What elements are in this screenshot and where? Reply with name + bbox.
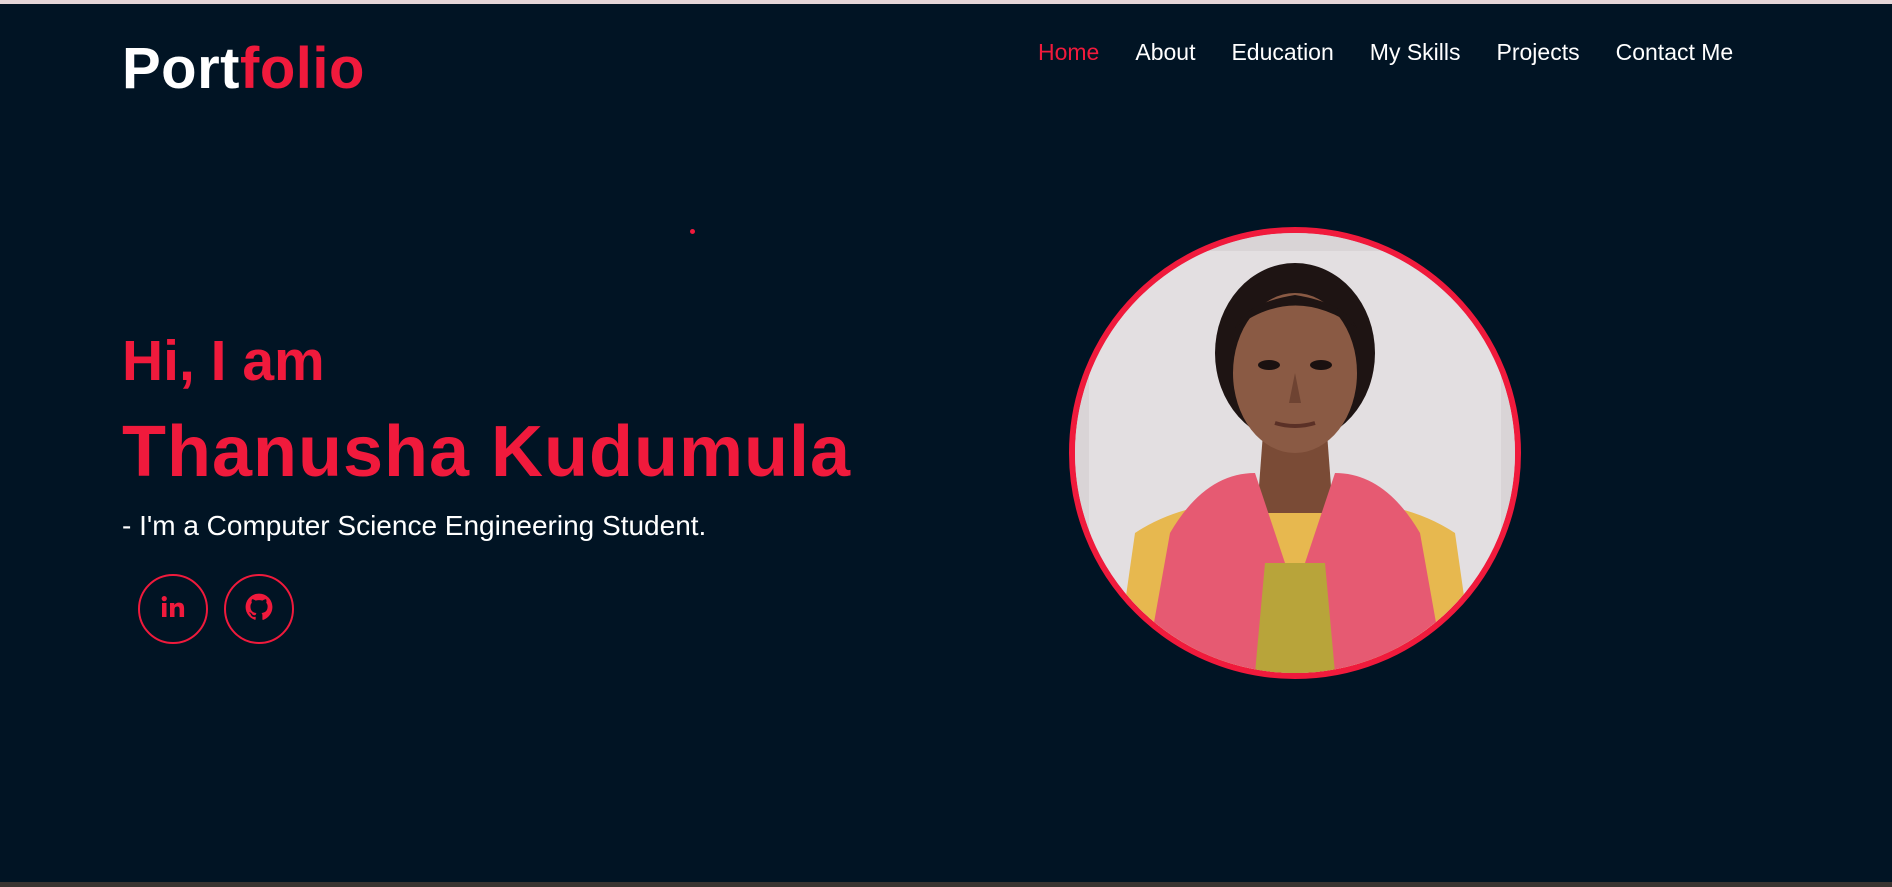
nav-projects[interactable]: Projects [1497,34,1580,70]
nav-contact-me[interactable]: Contact Me [1616,34,1734,70]
github-button[interactable] [224,574,294,644]
linkedin-button[interactable] [138,574,208,644]
linkedin-icon [160,595,186,623]
nav-home[interactable]: Home [1038,34,1099,70]
github-icon [245,593,273,626]
nav-about[interactable]: About [1135,34,1195,70]
hero-greeting: Hi, I am [122,329,325,393]
logo-part-2: folio [240,36,365,101]
nav-education[interactable]: Education [1231,34,1333,70]
decorative-dot [690,229,695,234]
hero-name: Thanusha Kudumula [122,412,852,492]
hero-tagline: - I'm a Computer Science Engineering Stu… [122,510,707,541]
nav-my-skills[interactable]: My Skills [1370,34,1461,70]
main-nav: Home About Education My Skills Projects … [1038,34,1733,70]
social-links [138,574,294,644]
site-logo[interactable]: Portfolio [122,34,365,104]
profile-portrait-illustration [1075,233,1515,673]
logo-part-1: Port [122,36,240,101]
portfolio-page: Portfolio Home About Education My Skills… [0,4,1892,882]
window-bottom-border [0,882,1892,887]
profile-photo [1069,227,1521,679]
